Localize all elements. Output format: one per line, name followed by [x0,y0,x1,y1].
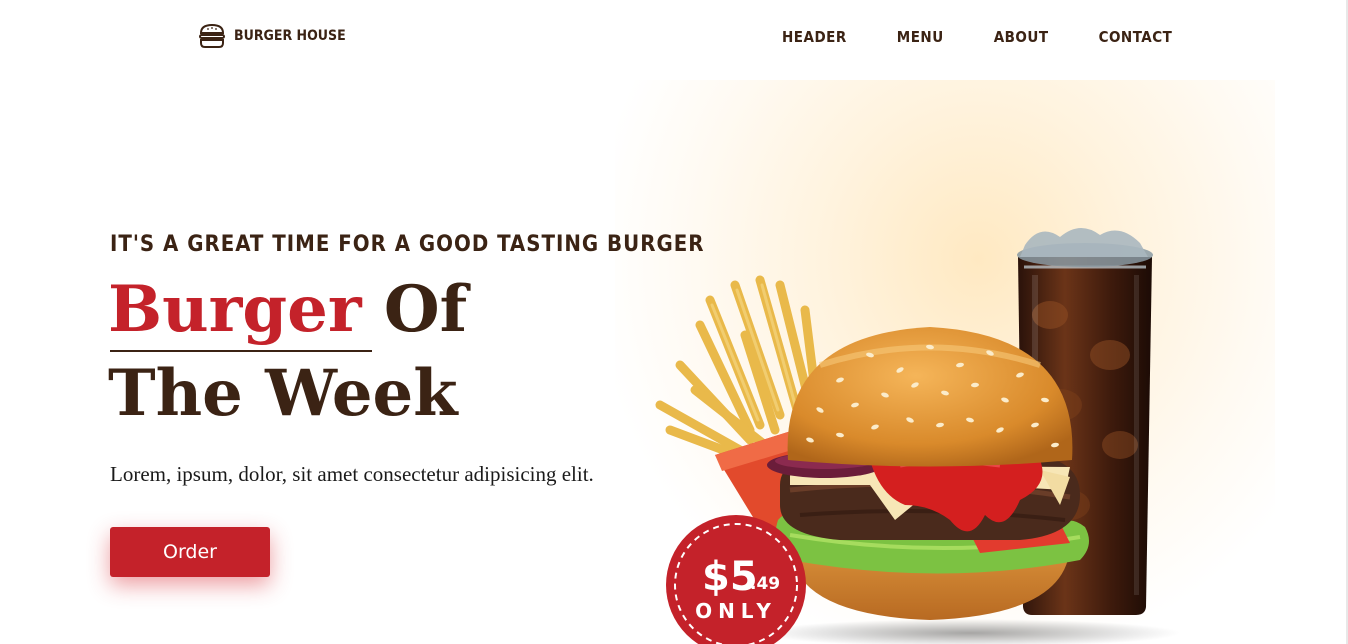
plate-shadow [760,619,1180,644]
hero-title-highlight: Burger [108,272,362,347]
hero-title-line2: The Week [108,356,458,431]
price-cents: .49 [750,574,780,594]
title-underline [110,350,372,352]
nav-link-header[interactable]: HEADER [782,28,847,46]
brand-logo[interactable]: BURGER HOUSE [198,22,346,50]
top-navigation-bar: BURGER HOUSE HEADER MENU ABOUT CONTACT [0,0,1348,80]
order-button[interactable]: Order [110,527,270,577]
brand-name: BURGER HOUSE [234,28,346,44]
burger-icon [199,23,225,48]
nav-link-about[interactable]: ABOUT [994,28,1049,46]
nav-link-contact[interactable]: CONTACT [1099,28,1173,46]
hero-description: Lorem, ipsum, dolor, sit amet consectetu… [110,462,594,486]
hero-title-rest: Of [383,272,468,347]
price-suffix: ONLY [695,599,777,623]
hero-title: Burger Of The Week [108,268,467,436]
burger-meal-image: $5 .49 ONLY [655,227,1180,644]
burger [767,327,1089,620]
nav-link-menu[interactable]: MENU [897,28,944,46]
hero-tagline: IT'S A GREAT TIME FOR A GOOD TASTING BUR… [110,232,705,257]
main-nav: HEADER MENU ABOUT CONTACT [782,28,1172,46]
